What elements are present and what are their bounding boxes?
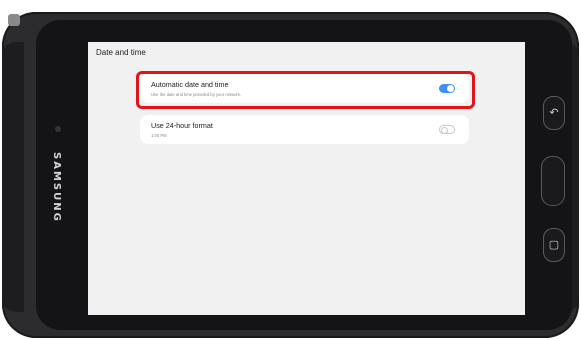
back-icon: ↶ — [549, 107, 559, 119]
recents-icon: ▢ — [548, 239, 560, 251]
front-camera — [55, 126, 61, 132]
24-hour-format-toggle[interactable] — [439, 125, 455, 134]
recents-button[interactable]: ▢ — [543, 228, 565, 262]
toggle-knob — [441, 127, 448, 134]
setting-subtitle: 1:00 PM — [151, 133, 167, 138]
highlight-box — [136, 71, 475, 109]
bumper-left-edge — [2, 42, 24, 312]
24-hour-format-row[interactable]: Use 24-hour format 1:00 PM — [140, 115, 469, 144]
brand-logo: SAMSUNG — [51, 152, 62, 223]
setting-title: Use 24-hour format — [151, 121, 213, 130]
page-title: Date and time — [96, 48, 146, 57]
device-screen: Date and time Automatic date and time Us… — [88, 42, 525, 315]
back-button[interactable]: ↶ — [543, 96, 565, 130]
bumper-corner-button — [8, 14, 20, 26]
home-button[interactable] — [541, 156, 565, 206]
